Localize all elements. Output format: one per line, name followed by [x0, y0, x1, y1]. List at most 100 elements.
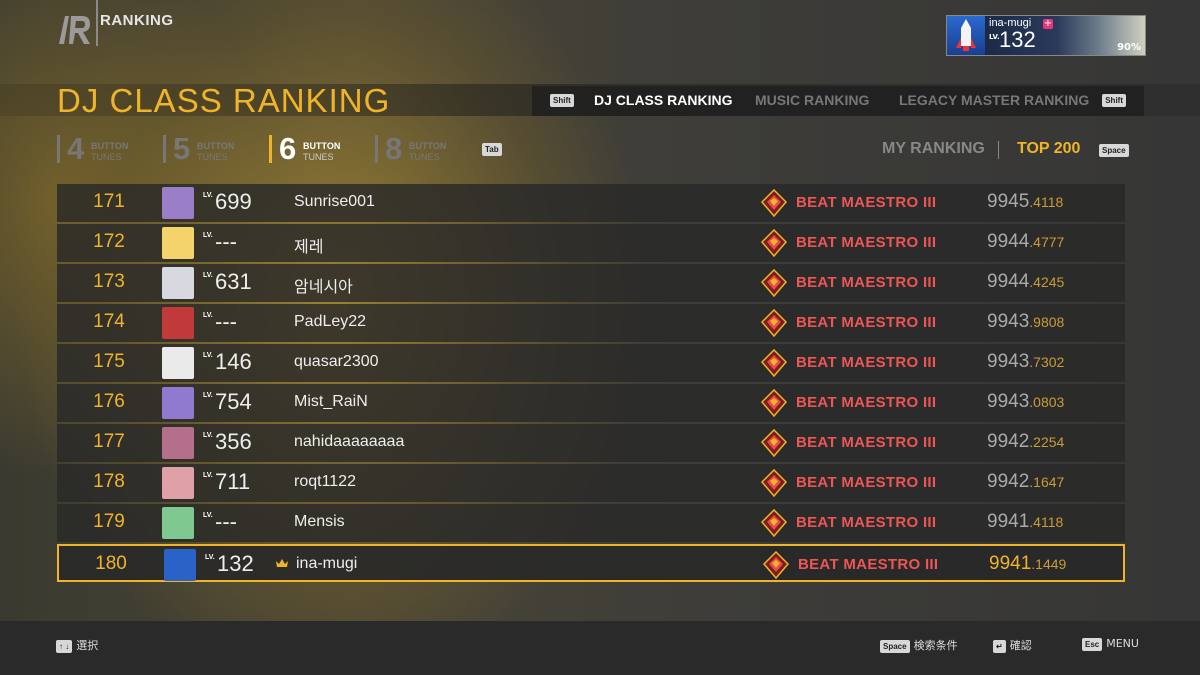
- dj-class: BEAT MAESTRO III: [798, 556, 939, 573]
- player-name: Mensis: [294, 513, 345, 530]
- dj-class: BEAT MAESTRO III: [796, 354, 937, 371]
- class-emblem-icon: [761, 349, 787, 377]
- top-200-toggle[interactable]: TOP 200: [1017, 140, 1080, 158]
- score: 9944.4245: [987, 271, 1064, 293]
- shift-left-key: Shift: [550, 94, 574, 107]
- dj-class: BEAT MAESTRO III: [796, 314, 937, 331]
- rocket-icon: [956, 19, 976, 51]
- player-name: ina-mugi: [296, 555, 358, 572]
- tab-word1: BUTTON: [91, 141, 129, 151]
- rank-number: 176: [93, 391, 125, 412]
- score-int: 9941: [989, 553, 1032, 574]
- player-level: ---: [215, 229, 237, 254]
- player-avatar: [162, 227, 194, 259]
- score-decimal: .4118: [1029, 514, 1064, 530]
- score: 9945.4118: [987, 191, 1063, 213]
- table-row[interactable]: 171 LV. 699 Sunrise001 BEAT MAESTRO III 9945.…: [57, 184, 1125, 222]
- dj-class: BEAT MAESTRO III: [796, 474, 937, 491]
- dj-class: BEAT MAESTRO III: [796, 274, 937, 291]
- score-int: 9942: [987, 471, 1030, 492]
- dj-class: BEAT MAESTRO III: [796, 514, 937, 531]
- table-row[interactable]: 177 LV. 356 nahidaaaaaaaa BEAT MAESTRO III 99…: [57, 424, 1125, 462]
- score-decimal: .4245: [1029, 274, 1065, 290]
- class-emblem-icon: [763, 551, 789, 579]
- dj-class: BEAT MAESTRO III: [796, 194, 937, 211]
- search-hint[interactable]: Space 検索条件: [880, 637, 958, 653]
- tab-word2: TUNES: [91, 152, 122, 162]
- class-emblem-icon: [761, 309, 787, 337]
- score-decimal: .4777: [1029, 234, 1065, 250]
- table-row[interactable]: 172 LV. --- 제레 BEAT MAESTRO III 9944.4777: [57, 224, 1125, 262]
- r-logo-icon: [59, 16, 90, 44]
- rank-number: 174: [93, 311, 125, 332]
- tab-music-ranking[interactable]: MUSIC RANKING: [755, 92, 869, 108]
- player-avatar: [164, 549, 196, 581]
- score-decimal: .4118: [1029, 194, 1064, 210]
- menu-label: MENU: [1106, 637, 1139, 650]
- tab-bar: [163, 135, 166, 163]
- section-title: RANKING: [100, 12, 174, 29]
- tab-legacy-master-ranking[interactable]: LEGACY MASTER RANKING: [899, 92, 1089, 108]
- score-int: 9944: [987, 271, 1030, 292]
- rank-number: 180: [95, 553, 127, 574]
- tab-dj-class-ranking[interactable]: DJ CLASS RANKING: [594, 92, 732, 108]
- score-int: 9943: [987, 391, 1030, 412]
- player-name: roqt1122: [294, 473, 356, 490]
- dj-class: BEAT MAESTRO III: [796, 394, 937, 411]
- table-row[interactable]: 173 LV. 631 암네시아 BEAT MAESTRO III 9944.4245: [57, 264, 1125, 302]
- lv-label: LV.: [203, 352, 213, 359]
- player-avatar: [162, 347, 194, 379]
- confirm-hint[interactable]: ↵ 確認: [993, 637, 1032, 653]
- lv-label: LV.: [205, 554, 215, 561]
- tab-num: 5: [173, 131, 191, 166]
- profile-avatar: [947, 16, 985, 55]
- player-level: 699: [215, 189, 252, 214]
- player-name: 제레: [294, 239, 324, 256]
- player-avatar: [162, 387, 194, 419]
- score: 9944.4777: [987, 231, 1064, 253]
- player-level: ---: [215, 509, 237, 534]
- tab-word2: TUNES: [409, 152, 440, 162]
- score-int: 9941: [987, 511, 1030, 532]
- class-emblem-icon: [761, 509, 787, 537]
- player-avatar: [162, 507, 194, 539]
- score: 9943.0803: [987, 391, 1064, 413]
- lv-label: LV.: [203, 512, 213, 519]
- score: 9942.1647: [987, 471, 1064, 493]
- score-int: 9943: [987, 351, 1030, 372]
- table-row[interactable]: 180 LV. 132 ina-mugi BEAT MAESTRO III 9941.14…: [57, 544, 1125, 582]
- player-name: 암네시아: [294, 279, 353, 296]
- score-decimal: .0803: [1029, 394, 1065, 410]
- table-row[interactable]: 179 LV. --- Mensis BEAT MAESTRO III 9941.4118: [57, 504, 1125, 542]
- tab-key: Tab: [482, 143, 502, 156]
- player-name: PadLey22: [294, 313, 367, 330]
- player-name: Sunrise001: [294, 193, 375, 210]
- confirm-label: 確認: [1009, 639, 1032, 652]
- class-emblem-icon: [761, 229, 787, 257]
- player-level: 132: [217, 551, 254, 576]
- player-level: ---: [215, 309, 237, 334]
- table-row[interactable]: 175 LV. 146 quasar2300 BEAT MAESTRO III 9943.…: [57, 344, 1125, 382]
- tab-word2: TUNES: [197, 152, 228, 162]
- rank-number: 179: [93, 511, 125, 532]
- dj-class: BEAT MAESTRO III: [796, 234, 937, 251]
- score: 9943.7302: [987, 351, 1064, 373]
- table-row[interactable]: 174 LV. --- PadLey22 BEAT MAESTRO III 9943.98…: [57, 304, 1125, 342]
- my-ranking-toggle[interactable]: MY RANKING: [882, 140, 985, 158]
- tab-bar: [375, 135, 378, 163]
- table-row[interactable]: 178 LV. 711 roqt1122 BEAT MAESTRO III 9942.16…: [57, 464, 1125, 502]
- tab-bar: [269, 135, 272, 163]
- tab-num: 8: [385, 131, 403, 166]
- tab-word1: BUTTON: [303, 141, 341, 151]
- tab-num: 6: [279, 131, 297, 166]
- profile-percent: 90%: [1117, 42, 1141, 53]
- class-emblem-icon: [761, 469, 787, 497]
- ranking-type-tabs: Shift DJ CLASS RANKING MUSIC RANKING LEG…: [532, 86, 1144, 116]
- rank-number: 175: [93, 351, 125, 372]
- score: 9941.1449: [989, 553, 1066, 575]
- score: 9943.9808: [987, 311, 1064, 333]
- rank-number: 178: [93, 471, 125, 492]
- score: 9942.2254: [987, 431, 1064, 453]
- menu-hint[interactable]: Esc MENU: [1082, 637, 1139, 651]
- table-row[interactable]: 176 LV. 754 Mist_RaiN BEAT MAESTRO III 9943.0…: [57, 384, 1125, 422]
